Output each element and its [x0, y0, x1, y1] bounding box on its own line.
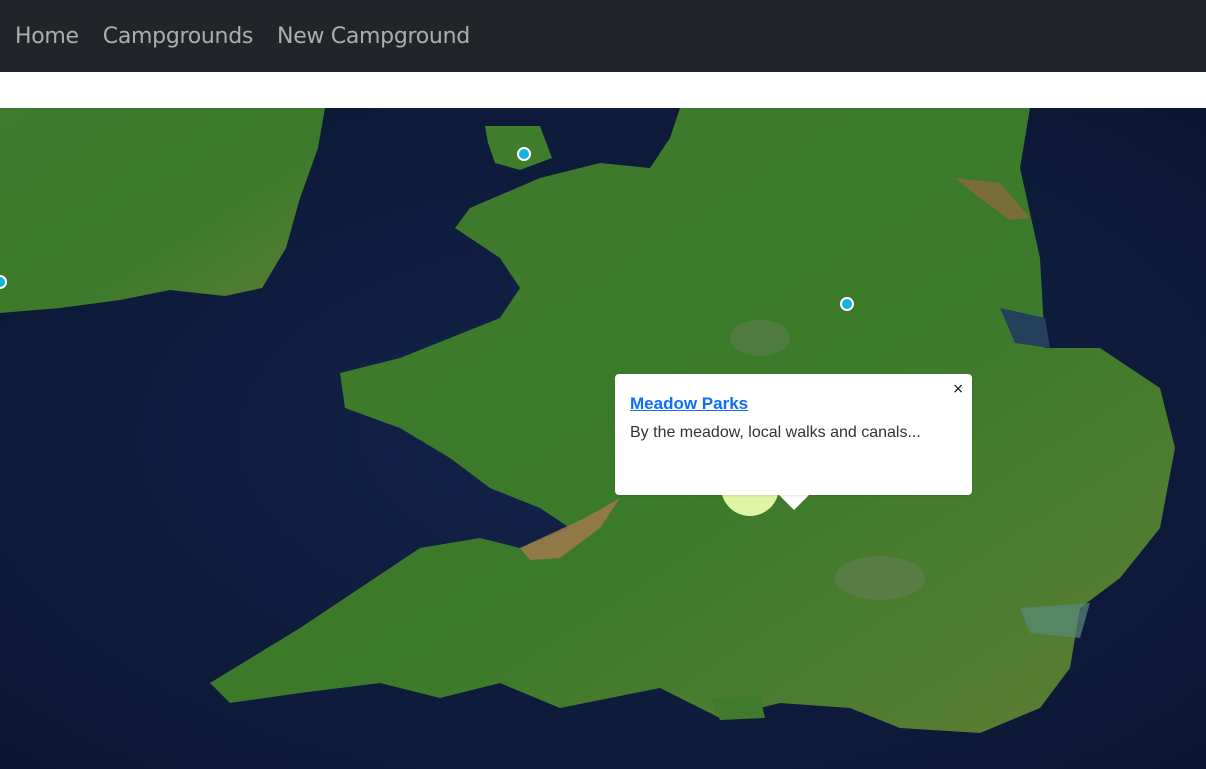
nav-link-campgrounds[interactable]: Campgrounds — [103, 24, 254, 49]
campground-marker[interactable] — [517, 147, 531, 161]
page-spacer — [0, 72, 1206, 108]
satellite-imagery — [0, 108, 1206, 769]
urban-area — [730, 320, 790, 356]
nav-link-home[interactable]: Home — [15, 24, 79, 49]
campground-marker[interactable] — [840, 297, 854, 311]
thames-estuary — [1020, 603, 1090, 638]
urban-area — [835, 556, 925, 600]
popup-close-button[interactable]: × — [952, 382, 964, 396]
popup-description: By the meadow, local walks and canals... — [630, 424, 921, 441]
campground-popup: × Meadow Parks By the meadow, local walk… — [615, 374, 972, 495]
top-navbar: Home Campgrounds New Campground — [0, 0, 1206, 72]
popup-tip — [778, 494, 810, 510]
popup-title-link[interactable]: Meadow Parks — [630, 394, 748, 414]
nav-link-new-campground[interactable]: New Campground — [277, 24, 470, 49]
cluster-map[interactable]: × Meadow Parks By the meadow, local walk… — [0, 108, 1206, 769]
